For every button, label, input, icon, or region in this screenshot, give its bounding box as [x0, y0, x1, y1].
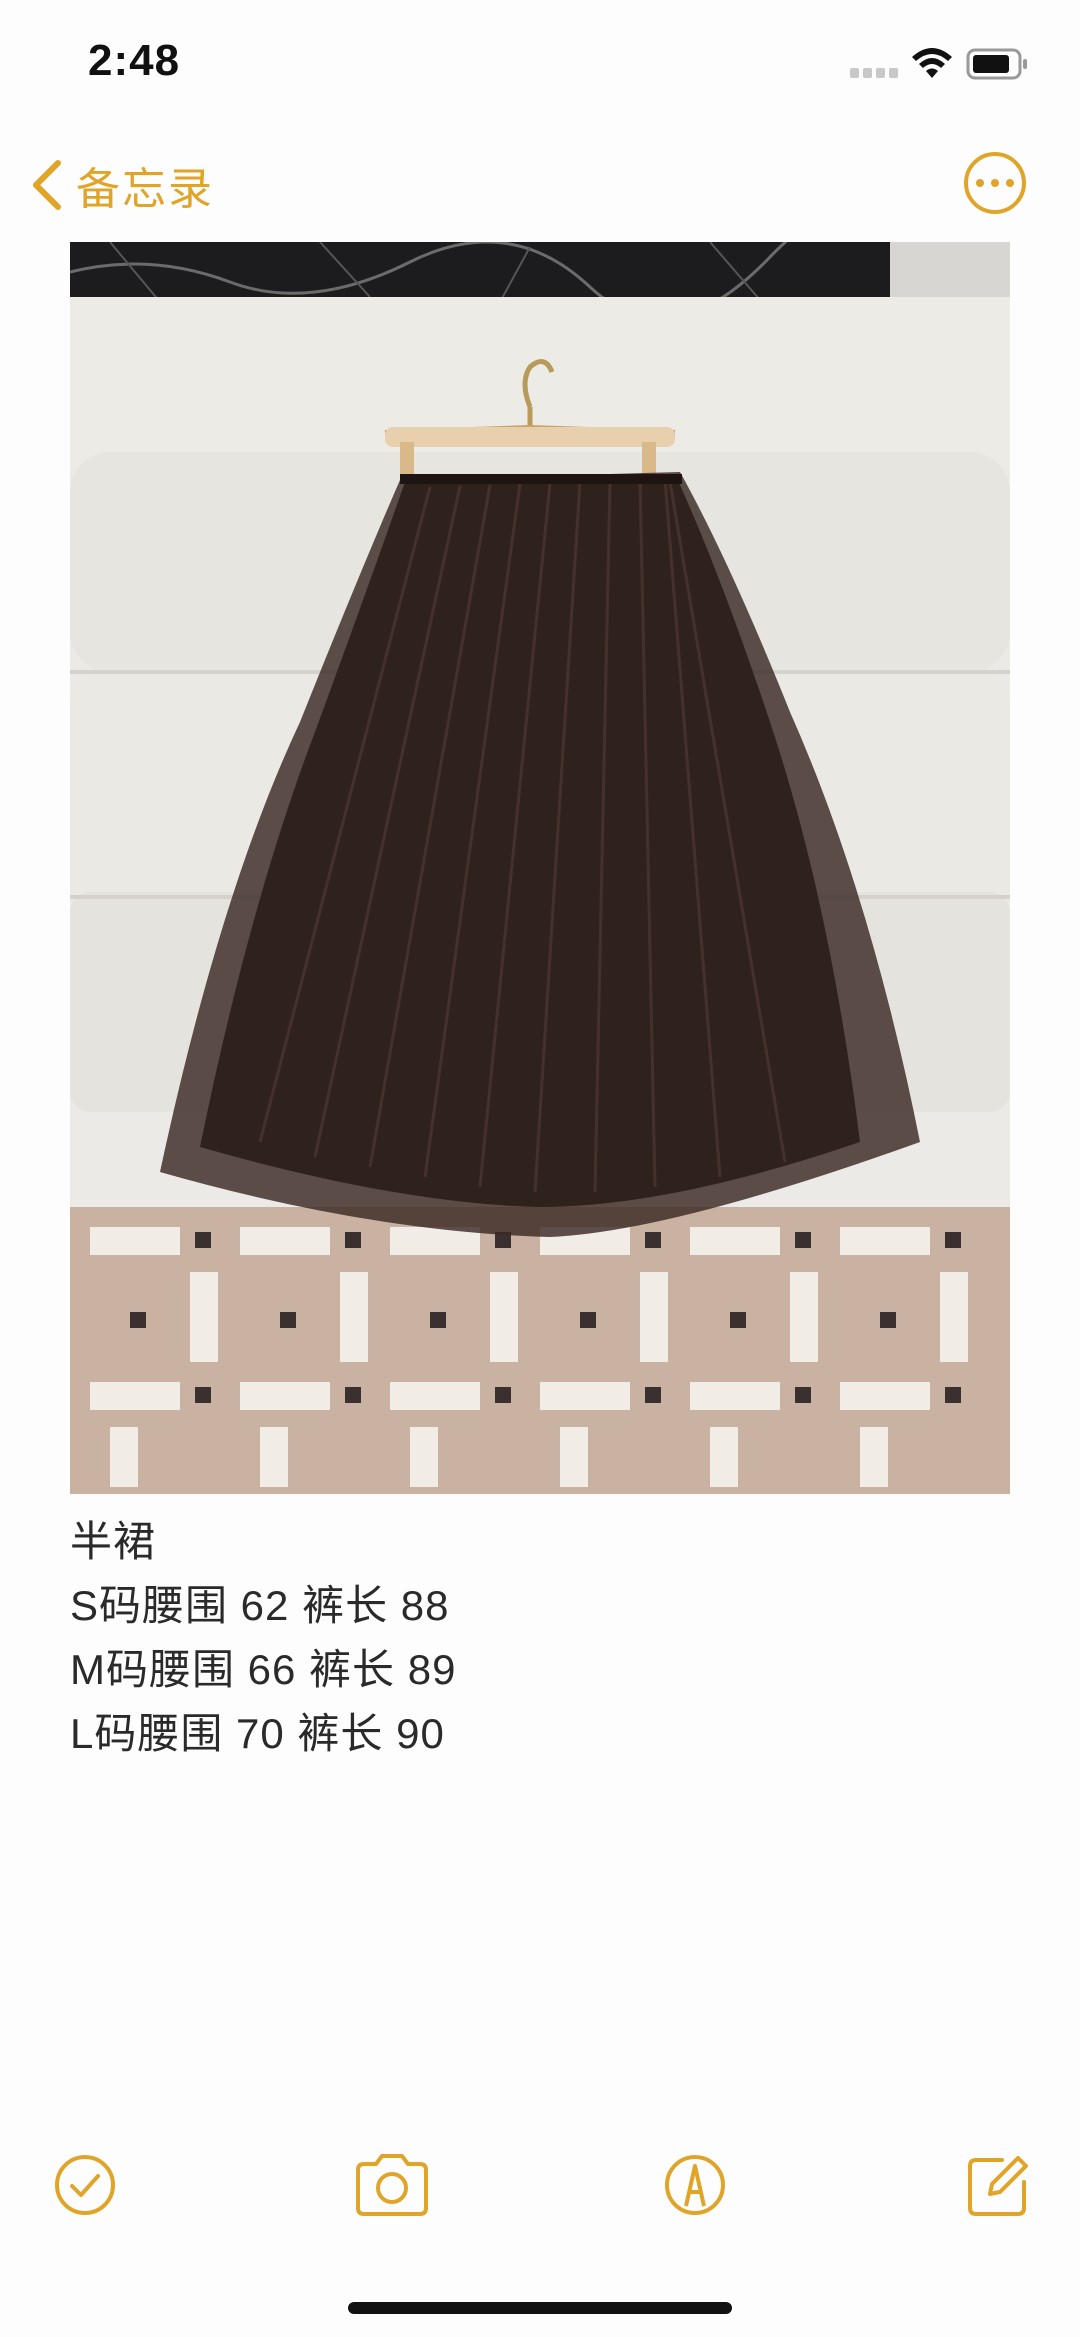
camera-button[interactable] — [352, 2150, 432, 2220]
note-body[interactable]: 半裙 S码腰围 62 裤长 88 M码腰围 66 裤长 89 L码腰围 70 裤… — [70, 1510, 1010, 1766]
back-button-label: 备忘录 — [76, 165, 214, 214]
note-line-size-l: L码腰围 70 裤长 90 — [70, 1710, 445, 1757]
markup-icon — [665, 2155, 725, 2215]
home-indicator[interactable] — [348, 2302, 732, 2314]
skirt-photo — [70, 242, 1010, 1494]
note-image[interactable] — [70, 242, 1010, 1494]
status-bar: 2:48 — [0, 0, 1080, 130]
signal-icon — [850, 64, 900, 78]
back-button[interactable]: 备忘录 — [30, 150, 214, 220]
more-button[interactable] — [964, 152, 1026, 214]
compose-icon — [968, 2156, 1028, 2216]
checklist-icon — [55, 2155, 115, 2215]
bottom-toolbar — [0, 2150, 1080, 2230]
camera-icon — [356, 2154, 428, 2216]
note-line-size-m: M码腰围 66 裤长 89 — [70, 1646, 457, 1693]
battery-icon — [966, 48, 1027, 80]
checklist-button[interactable] — [50, 2150, 120, 2220]
chevron-left-icon — [33, 160, 61, 210]
ellipsis-circle-icon — [976, 179, 984, 187]
wifi-icon — [912, 48, 952, 78]
compose-button[interactable] — [962, 2150, 1032, 2220]
note-line-size-s: S码腰围 62 裤长 88 — [70, 1582, 450, 1629]
status-time: 2:48 — [88, 36, 181, 85]
markup-button[interactable] — [660, 2150, 730, 2220]
note-title: 半裙 — [70, 1518, 157, 1565]
